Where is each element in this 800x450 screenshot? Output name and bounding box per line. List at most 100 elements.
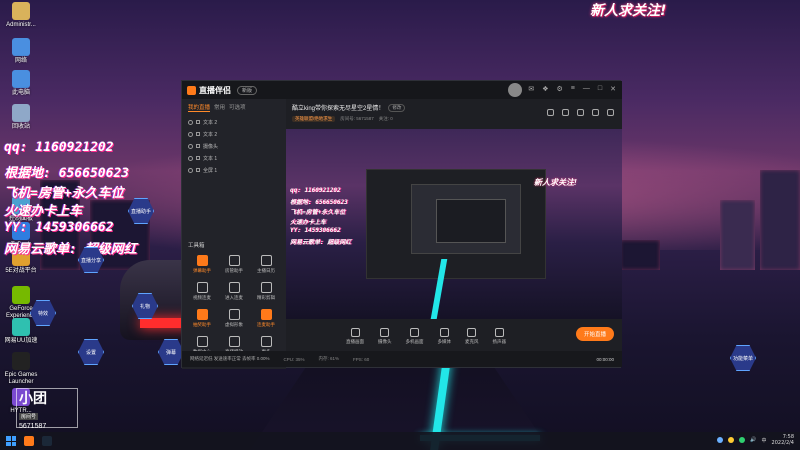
tool-icon	[228, 255, 240, 266]
network-icon	[12, 38, 30, 56]
tool-label: 抽奖助手	[193, 322, 211, 327]
follow-count: 关注: 0	[378, 116, 393, 121]
ad-line: YY: 1459306662	[4, 220, 114, 235]
building	[720, 200, 755, 270]
screen-capture-button[interactable]: 直播画面	[346, 327, 364, 345]
nested-window	[436, 199, 506, 243]
version-pill[interactable]: 新版	[237, 85, 258, 95]
settings-icon[interactable]: ⚙	[557, 85, 563, 93]
tool-button[interactable]: 连麦助手	[250, 309, 282, 328]
room-number: 5671587	[19, 423, 47, 430]
eye-icon[interactable]	[188, 119, 193, 125]
microphone-icon	[467, 327, 477, 337]
list-icon[interactable]	[592, 109, 599, 116]
ad-line: qq: 1160921202	[4, 140, 114, 155]
room-watermark-title: 小团	[19, 390, 47, 406]
lock-icon[interactable]	[196, 168, 200, 172]
multi-screen-button[interactable]: 多机画面	[406, 327, 424, 345]
scene-item[interactable]: 文本 1	[182, 152, 286, 164]
ime-indicator[interactable]: 中	[762, 437, 767, 444]
avatar[interactable]	[508, 83, 522, 97]
media-button[interactable]: 多媒体	[438, 327, 451, 345]
share-icon[interactable]	[607, 109, 614, 116]
lock-icon[interactable]	[196, 120, 200, 124]
tool-icon	[196, 255, 208, 266]
eye-icon[interactable]	[188, 143, 193, 149]
edit-title-button[interactable]: 修改	[388, 103, 406, 112]
preview-banner: 新人求关注!	[534, 178, 577, 187]
start-icon[interactable]	[6, 436, 16, 446]
tool-button[interactable]: 精彩剪辑	[250, 282, 282, 301]
scene-item[interactable]: 摄像头	[182, 140, 286, 152]
app-logo-icon	[187, 85, 196, 95]
tool-button[interactable]: 视频连麦	[186, 282, 218, 301]
volume-icon[interactable]: 🔊	[750, 437, 756, 443]
tool-icon	[196, 309, 208, 320]
tool-icon	[228, 336, 240, 347]
tool-icon	[196, 336, 208, 347]
desktop-icon[interactable]: 回收站	[4, 104, 38, 131]
geforce-icon	[12, 286, 30, 304]
eye-icon[interactable]	[188, 167, 193, 173]
tray-icon[interactable]	[739, 437, 746, 443]
room-label: 房间号	[19, 413, 39, 420]
lock-icon[interactable]	[196, 144, 200, 148]
multi-screen-icon	[410, 327, 419, 337]
desktop-icon[interactable]: Administr...	[4, 2, 38, 29]
mic-button[interactable]: 麦克风	[465, 327, 479, 345]
scene-item[interactable]: 全屏 1	[182, 164, 286, 176]
room-number: 房间号: 5671587	[340, 116, 374, 121]
lock-icon[interactable]	[562, 109, 569, 116]
layers-icon[interactable]	[577, 109, 584, 116]
tool-button[interactable]: 弹幕助手	[186, 255, 218, 274]
tab-options[interactable]: 可选项	[229, 103, 246, 112]
tool-button[interactable]: 进入连麦	[218, 282, 250, 301]
tab-my-live[interactable]: 我的直播	[188, 103, 211, 112]
gift-icon[interactable]: ❖	[542, 85, 548, 93]
desktop-icon[interactable]: 此电脑	[4, 70, 38, 97]
tray-icon[interactable]	[728, 437, 735, 443]
lock-icon[interactable]	[196, 132, 200, 136]
close-icon[interactable]: ✕	[610, 85, 616, 93]
trash-icon[interactable]	[547, 109, 554, 116]
live-companion-window: 直播伴侣 新版 ✉ ❖ ⚙ ≡ — □ ✕ 我的直播 常用 可选项 文本 2 文…	[181, 80, 622, 369]
tool-label: 进入连麦	[225, 295, 243, 300]
room-title: 酷立king带你探索无尽星空2星情！	[292, 106, 385, 112]
live-app-taskbar-icon[interactable]	[24, 436, 34, 446]
tool-button[interactable]: 主播日历	[250, 255, 282, 274]
desktop-icon[interactable]: Epic Games Launcher	[4, 352, 38, 385]
hex-button[interactable]: 功能菜单	[730, 345, 756, 371]
room-category[interactable]: 英雄联盟/绝地求生	[292, 116, 336, 122]
hex-button[interactable]: 设置	[78, 339, 104, 365]
system-tray: 🔊 中 7:58 2022/2/4	[717, 434, 794, 446]
scene-item[interactable]: 文本 2	[182, 128, 286, 140]
desktop-icon[interactable]: 网络	[4, 38, 38, 65]
desktop-icon[interactable]: 网易UU加速	[4, 318, 38, 345]
message-icon[interactable]: ✉	[528, 85, 534, 93]
ad-line: 火速办卡上车	[4, 204, 83, 219]
speaker-icon	[494, 327, 504, 337]
clock[interactable]: 7:58 2022/2/4	[772, 434, 794, 446]
start-live-button[interactable]: 开始直播	[575, 327, 614, 341]
maximize-icon[interactable]: □	[598, 85, 602, 93]
steam-taskbar-icon[interactable]	[42, 436, 52, 446]
tray-icon[interactable]	[717, 437, 724, 443]
speaker-button[interactable]: 扬声器	[493, 327, 506, 345]
menu-icon[interactable]: ≡	[571, 85, 575, 93]
tool-button[interactable]: 虚拟形象	[218, 309, 250, 328]
tab-common[interactable]: 常用	[214, 103, 225, 112]
tool-button[interactable]: 抽奖助手	[186, 309, 218, 328]
minimize-icon[interactable]: —	[583, 85, 590, 93]
live-preview[interactable]: 新人求关注! qq: 1160921202 根据地: 656650623 飞机=…	[286, 129, 622, 319]
camera-icon	[380, 327, 390, 337]
eye-icon[interactable]	[188, 131, 193, 137]
scene-item[interactable]: 文本 2	[182, 116, 286, 128]
ad-line: 飞机=房管+永久车位	[4, 186, 124, 201]
camera-button[interactable]: 摄像头	[378, 327, 392, 345]
tool-icon	[228, 309, 240, 320]
tool-icon	[260, 336, 272, 347]
tool-label: 精彩剪辑	[257, 295, 275, 300]
eye-icon[interactable]	[188, 155, 193, 161]
lock-icon[interactable]	[196, 156, 200, 160]
tool-button[interactable]: 房管助手	[218, 255, 250, 274]
